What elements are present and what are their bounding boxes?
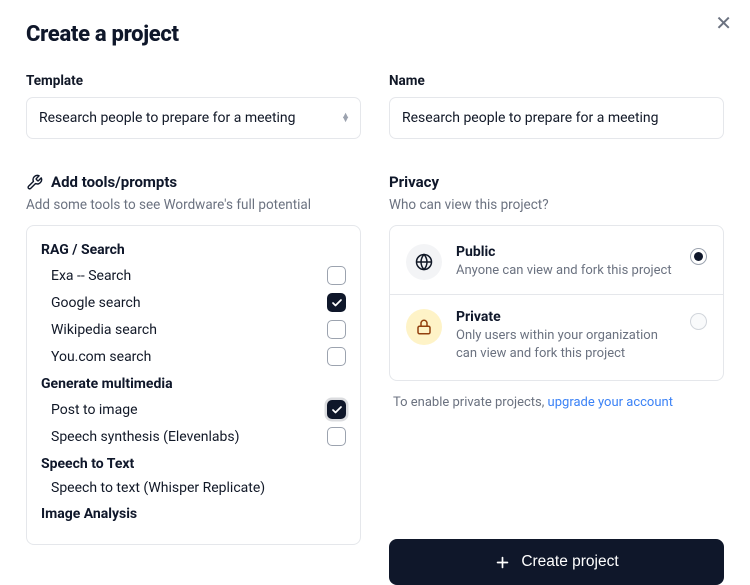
tool-item[interactable]: Speech synthesis (Elevenlabs) xyxy=(41,423,346,450)
privacy-private-title: Private xyxy=(456,309,676,325)
tool-item-label: You.com search xyxy=(51,349,151,365)
template-value: Research people to prepare for a meeting xyxy=(39,110,296,126)
tool-item-label: Wikipedia search xyxy=(51,322,157,338)
tool-item-label: Post to image xyxy=(51,402,138,418)
radio-private[interactable] xyxy=(690,313,707,330)
name-input-wrapper xyxy=(389,97,724,139)
privacy-private-desc: Only users within your organization can … xyxy=(456,327,676,362)
plus-icon xyxy=(494,554,511,571)
chevron-updown-icon: ▲▼ xyxy=(341,114,350,123)
tool-item[interactable]: Wikipedia search xyxy=(41,316,346,343)
template-label: Template xyxy=(26,73,361,89)
name-label: Name xyxy=(389,73,724,89)
tool-checkbox[interactable] xyxy=(327,347,346,366)
tool-checkbox[interactable] xyxy=(327,266,346,285)
tool-group-title: Generate multimedia xyxy=(41,376,346,392)
tool-item[interactable]: You.com search xyxy=(41,343,346,370)
radio-public[interactable] xyxy=(690,248,707,265)
tool-item[interactable]: Exa -- Search xyxy=(41,262,346,289)
privacy-public-desc: Anyone can view and fork this project xyxy=(456,262,676,280)
privacy-option-private[interactable]: Private Only users within your organizat… xyxy=(390,294,723,376)
lock-icon xyxy=(406,309,442,345)
globe-icon xyxy=(406,244,442,280)
tool-item-label: Speech synthesis (Elevenlabs) xyxy=(51,429,239,445)
tool-group-title: Image Analysis xyxy=(41,506,346,522)
tool-item[interactable]: Post to image xyxy=(41,396,346,423)
tool-group-title: RAG / Search xyxy=(41,242,346,258)
privacy-public-title: Public xyxy=(456,244,676,260)
template-select[interactable]: Research people to prepare for a meeting… xyxy=(26,97,361,139)
tool-checkbox[interactable] xyxy=(327,427,346,446)
tool-item-label: Exa -- Search xyxy=(51,268,131,284)
privacy-heading: Privacy xyxy=(389,173,724,191)
tool-item[interactable]: Speech to text (Whisper Replicate) xyxy=(41,476,346,500)
close-button[interactable]: ✕ xyxy=(715,14,732,34)
tool-item-label: Speech to text (Whisper Replicate) xyxy=(51,480,265,496)
privacy-panel: Public Anyone can view and fork this pro… xyxy=(389,225,724,381)
tools-helper: Add some tools to see Wordware's full po… xyxy=(26,197,361,213)
dialog-title: Create a project xyxy=(26,22,724,47)
upgrade-link[interactable]: upgrade your account xyxy=(548,395,673,410)
tools-panel: RAG / Search Exa -- Search Google search Wi… xyxy=(26,225,361,545)
tool-group-title: Speech to Text xyxy=(41,456,346,472)
tool-checkbox[interactable] xyxy=(327,293,346,312)
privacy-option-public[interactable]: Public Anyone can view and fork this pro… xyxy=(390,230,723,294)
upgrade-note: To enable private projects, upgrade your… xyxy=(389,395,724,410)
tools-heading: Add tools/prompts xyxy=(26,173,361,191)
privacy-helper: Who can view this project? xyxy=(389,197,724,213)
tool-item-label: Google search xyxy=(51,295,141,311)
tool-checkbox[interactable] xyxy=(327,400,346,419)
name-input[interactable] xyxy=(402,110,711,126)
tools-icon xyxy=(26,174,43,191)
close-icon: ✕ xyxy=(715,13,732,35)
create-project-button[interactable]: Create project xyxy=(389,539,724,585)
tool-item[interactable]: Google search xyxy=(41,289,346,316)
tool-checkbox[interactable] xyxy=(327,320,346,339)
